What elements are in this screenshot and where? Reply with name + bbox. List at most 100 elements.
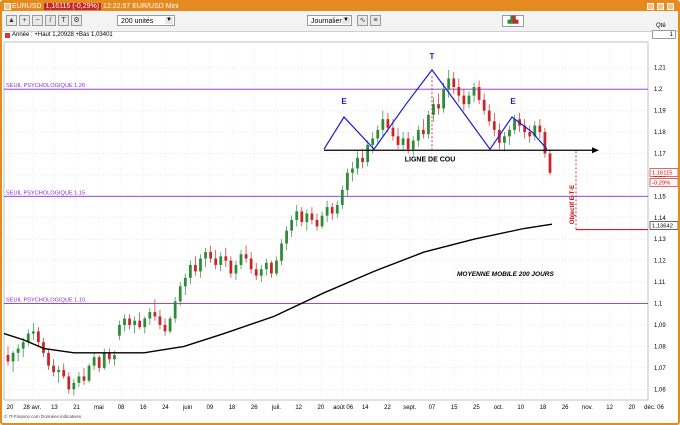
x-tick-label: 24 [162, 405, 169, 411]
candle-body [57, 369, 61, 373]
candle-body [487, 110, 491, 122]
candle-body [437, 104, 440, 109]
y-tick-label: 1,14 [654, 216, 666, 222]
candle-body [386, 119, 390, 128]
x-tick-label: déc. 06 [644, 405, 664, 411]
candle-body [72, 382, 76, 390]
candle-body [92, 357, 96, 366]
candle-body [290, 219, 294, 231]
head-label: T [430, 52, 435, 61]
candle-body [416, 129, 420, 141]
minimize-icon[interactable] [647, 3, 654, 10]
maximize-icon[interactable] [657, 3, 664, 10]
y-tick-label: 1,12 [654, 259, 666, 265]
x-tick-label: 20 [628, 405, 635, 411]
candle-body [244, 254, 248, 259]
moving-average-label: MOYENNE MOBILE 200 JOURS [457, 271, 554, 278]
y-tick-label: 1,13 [654, 237, 666, 243]
x-tick-label: sept. [403, 405, 416, 411]
candle-body [325, 207, 329, 216]
candle-body [361, 157, 364, 163]
candle-body [153, 312, 157, 317]
candle-body [234, 264, 238, 274]
x-tick-label: 26 [562, 405, 569, 411]
y-tick-label: 1,2 [654, 87, 663, 93]
y-tick-label: 1,06 [654, 387, 666, 393]
x-tick-label: 20 [318, 405, 325, 411]
toolbar: ▲ + − / T ⚙ 200 unités ▼ Journalier ▼ ∿ ≡ … [2, 11, 678, 39]
window-menu-icon[interactable] [4, 3, 11, 10]
x-tick-label: 15 [451, 405, 458, 411]
title-bar: EURUSD 1,16115 (-0,29%) 12:22:57 EUR/USD… [2, 2, 678, 11]
candle-body [548, 153, 552, 173]
candle-body [315, 219, 319, 227]
candle-body [77, 376, 81, 383]
draw-tool-icon[interactable]: / [45, 15, 56, 26]
price-chart[interactable]: 1,06 1,07 1,08 1,09 1,1 1,11 1,12 1,13 1,14 1,15 1… [2, 40, 678, 413]
price-tag-label: 1,16115 [652, 170, 673, 176]
level-label: SEUIL PSYCHOLOGIQUE 1.20 [6, 83, 85, 89]
candle-body [457, 87, 461, 96]
candle-body [36, 331, 40, 343]
candle-body [148, 312, 152, 319]
candle-body [452, 78, 456, 88]
candle-body [376, 129, 380, 139]
candle-body [67, 376, 71, 390]
x-tick-label: 22 [384, 405, 391, 411]
candle-body [310, 213, 314, 220]
neckline-label: LIGNE DE COU [405, 156, 456, 163]
indicator-icon[interactable]: ∿ [357, 15, 368, 26]
x-tick-label: 28 avr. [23, 405, 41, 411]
candle-body [295, 211, 299, 220]
candle-body [194, 264, 197, 272]
candle-body [275, 260, 278, 274]
candle-body [356, 157, 359, 169]
y-tick-label: 1,19 [654, 109, 666, 115]
x-tick-label: 12 [295, 405, 302, 411]
chevron-down-icon: ▼ [342, 17, 350, 24]
close-icon[interactable] [667, 3, 674, 10]
candle-body [158, 316, 162, 325]
candle-body [183, 277, 187, 287]
zoom-in-icon[interactable]: + [19, 15, 30, 26]
candle-body [209, 252, 213, 259]
trade-logo-icon[interactable]: ▟▙ [502, 15, 524, 27]
candle-body [6, 354, 10, 362]
left-shoulder-label: E [341, 97, 347, 106]
candle-body [82, 376, 86, 381]
text-tool-icon[interactable]: T [58, 15, 69, 26]
candle-body [340, 189, 344, 205]
window-title: EURUSD 1,16115 (-0,29%) 12:22:57 EUR/USD… [12, 3, 179, 10]
candle-body [224, 256, 228, 261]
candle-body [11, 352, 15, 362]
candle-body [427, 114, 430, 135]
candle-body [270, 262, 273, 274]
y-tick-label: 1,08 [654, 344, 666, 350]
zoom-out-icon[interactable]: − [32, 15, 43, 26]
candle-body [401, 138, 405, 145]
x-tick-label: 07 [429, 405, 436, 411]
candle-body [102, 352, 106, 368]
candle-body [143, 318, 147, 328]
period-select[interactable]: Journalier ▼ [307, 15, 352, 26]
compare-icon[interactable]: ≡ [370, 15, 381, 26]
candle-body [467, 95, 471, 105]
candle-body [204, 252, 207, 259]
x-tick-label: mai [94, 405, 104, 411]
settings-icon[interactable]: ⚙ [71, 15, 82, 26]
units-select[interactable]: 200 unités ▼ [117, 15, 175, 26]
x-tick-label: 16 [140, 405, 147, 411]
chart-type-icon[interactable]: ▲ [6, 15, 17, 26]
candle-body [508, 129, 511, 137]
x-tick-label: août 06 [333, 405, 354, 411]
x-tick-label: 09 [207, 405, 214, 411]
x-tick-label: 14 [362, 405, 369, 411]
candle-body [118, 324, 121, 336]
candle-body [87, 365, 91, 381]
x-tick-label: 26 [251, 405, 258, 411]
x-tick-label: juin [182, 405, 192, 411]
candle-body [528, 132, 532, 137]
candle-body [112, 354, 116, 360]
candle-body [472, 87, 476, 96]
candle-body [97, 357, 101, 368]
